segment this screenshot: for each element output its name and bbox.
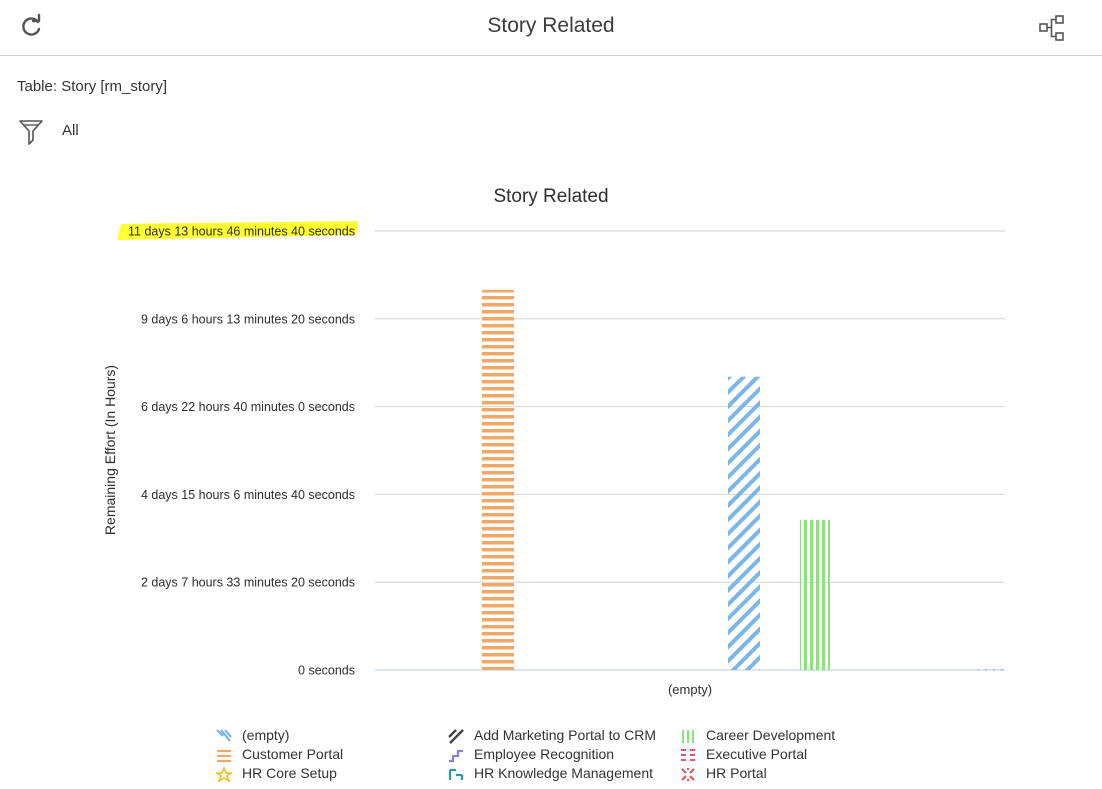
- hierarchy-icon: [1039, 15, 1064, 41]
- page-title: Story Related: [487, 14, 615, 37]
- bar-series-3[interactable]: [978, 668, 1006, 671]
- legend-label: HR Knowledge Management: [474, 765, 653, 781]
- y-tick-label: 2 days 7 hours 33 minutes 20 seconds: [141, 576, 355, 590]
- legend-swatch-icon: [682, 730, 694, 743]
- legend-swatch-icon: [216, 767, 232, 782]
- y-tick-label: 9 days 6 hours 13 minutes 20 seconds: [141, 312, 355, 326]
- bar-chart: Story Related 0 seconds 2 days 7 hours 33…: [102, 186, 1006, 697]
- legend-label: HR Core Setup: [242, 765, 337, 781]
- legend-swatch-icon: [681, 749, 695, 761]
- y-tick-label: 0 seconds: [298, 664, 355, 678]
- y-axis-ticks: 0 seconds 2 days 7 hours 33 minutes 20 se…: [117, 221, 358, 678]
- grid-lines: [375, 230, 1005, 671]
- y-tick-label: 11 days 13 hours 46 minutes 40 seconds: [128, 225, 355, 239]
- diagram-view-button[interactable]: [1036, 12, 1068, 44]
- chart-title: Story Related: [493, 186, 608, 207]
- filter-icon: [19, 120, 43, 145]
- legend-swatch-icon: [681, 768, 695, 781]
- table-label: Table: Story [rm_story]: [17, 78, 168, 95]
- y-tick-label: 4 days 15 hours 6 minutes 40 seconds: [141, 488, 355, 502]
- y-tick-label: 6 days 22 hours 40 minutes 0 seconds: [141, 400, 355, 414]
- chart-legend: (empty) Add Marketing Portal to CRM Career…: [216, 727, 916, 789]
- bar-career-development[interactable]: [800, 519, 830, 670]
- legend-label: Executive Portal: [706, 746, 808, 762]
- legend-label: Customer Portal: [242, 746, 344, 762]
- x-category-label: (empty): [668, 682, 712, 697]
- y-axis-label: Remaining Effort (In Hours): [102, 365, 118, 535]
- legend-label: Add Marketing Portal to CRM: [474, 727, 657, 743]
- bar-empty[interactable]: [728, 376, 760, 670]
- top-bar: Story Related: [0, 0, 1102, 56]
- legend-label: HR Portal: [706, 765, 767, 781]
- legend-label: (empty): [242, 727, 290, 743]
- legend-swatch-icon: [448, 729, 464, 744]
- legend-swatch-icon: [449, 749, 463, 763]
- bars: [482, 289, 1006, 671]
- bar-customer-portal[interactable]: [482, 289, 514, 670]
- filter-button[interactable]: [18, 118, 44, 148]
- filter-label: All: [62, 122, 79, 139]
- legend-swatch-icon: [217, 750, 231, 762]
- legend-label: Employee Recognition: [474, 746, 615, 762]
- legend-swatch-icon: [448, 768, 464, 780]
- legend-swatch-icon: [216, 729, 232, 742]
- legend-label: Career Development: [706, 727, 836, 743]
